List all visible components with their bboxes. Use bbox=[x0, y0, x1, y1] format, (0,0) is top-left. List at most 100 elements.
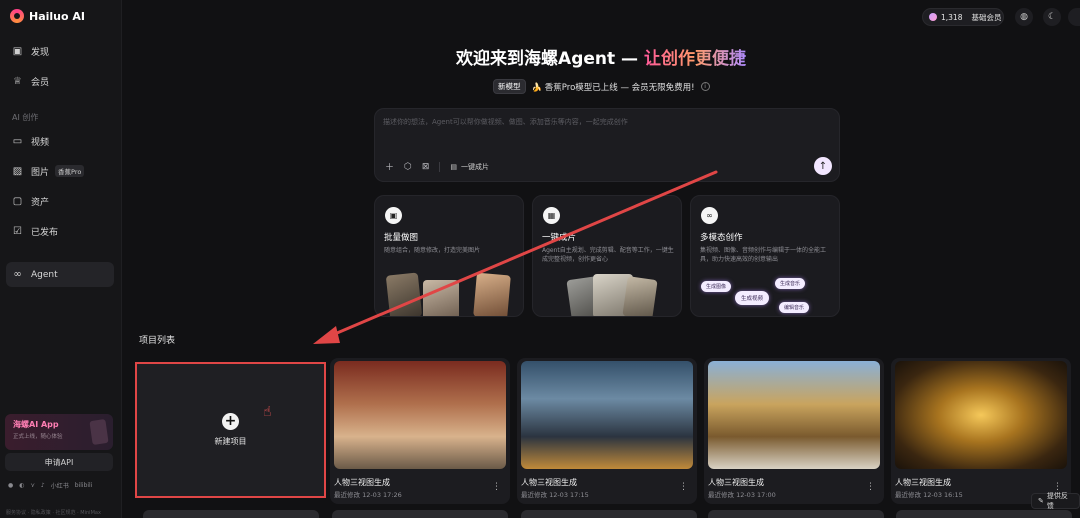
cube-icon[interactable]: ⬡ bbox=[404, 162, 412, 172]
infinity-icon: ∞ bbox=[13, 269, 22, 280]
project-thumbnail bbox=[334, 361, 506, 469]
plus-icon: + bbox=[222, 413, 239, 430]
bilibili-link[interactable]: bilibili bbox=[75, 482, 93, 489]
sidebar-item-discover[interactable]: ▣ 发现 bbox=[6, 40, 114, 62]
feedback-button[interactable]: ✎ 提供反馈 bbox=[1031, 492, 1080, 510]
avatar[interactable] bbox=[1068, 8, 1080, 26]
feature-desc: 集视频、图像、音频创作与编辑于一体的全能工具，助力快速高效的创意输出 bbox=[700, 247, 827, 263]
folder-icon: ▢ bbox=[12, 195, 23, 207]
project-title: 人物三视图生成 bbox=[895, 478, 951, 487]
one-click-label: 一键成片 bbox=[461, 162, 490, 171]
pill-edit-music: 编辑音乐 bbox=[779, 302, 810, 313]
moon-icon[interactable]: ☾ bbox=[1043, 8, 1061, 26]
sidebar-item-image[interactable]: ▨ 图片 香蕉Pro bbox=[6, 160, 114, 182]
image-upload-icon[interactable]: ⊠ bbox=[422, 162, 430, 172]
one-click-film-toggle[interactable]: ▤ 一键成片 bbox=[450, 162, 489, 172]
hand-cursor-icon: ☝ bbox=[263, 404, 272, 420]
more-options-icon[interactable]: ⋮ bbox=[866, 482, 875, 492]
video-icon: ▭ bbox=[12, 135, 23, 147]
project-date: 最近修改 12-03 16:15 bbox=[895, 491, 963, 499]
sidebar-item-published[interactable]: ☑ 已发布 bbox=[6, 220, 114, 242]
feature-card-batch-image[interactable]: ▣ 批量做图 随意组合，随意修改，打造完美图片 bbox=[374, 195, 524, 317]
project-card[interactable]: 人物三视图生成 最近修改 12-03 17:26 ⋮ bbox=[330, 358, 510, 504]
sidebar-item-assets[interactable]: ▢ 资产 bbox=[6, 190, 114, 212]
social-links: ● ◐ ⋎ ♪ 小红书 bilibili bbox=[8, 481, 92, 490]
project-title: 人物三视图生成 bbox=[521, 478, 577, 487]
app-download-card[interactable]: 海螺AI App 正式上线，随心体验 bbox=[5, 414, 113, 450]
project-thumbnail bbox=[895, 361, 1067, 469]
feature-card-one-click-film[interactable]: ▦ 一键成片 Agent自主规划、完成剪辑、配音等工作，一键生成完整视频，创作更… bbox=[532, 195, 682, 317]
new-project-button[interactable]: + 新建项目 bbox=[135, 362, 326, 498]
project-title: 人物三视图生成 bbox=[334, 478, 390, 487]
pill-generate-image: 生成图像 bbox=[701, 281, 732, 292]
sidebar-item-video[interactable]: ▭ 视频 bbox=[6, 130, 114, 152]
title-highlight: 让创作更便捷 bbox=[643, 49, 746, 69]
footer-links: 服务协议 · 隐私政策 · 社区规范 · MiniMax bbox=[6, 510, 101, 516]
feature-title: 多模态创作 bbox=[700, 233, 743, 243]
project-card-partial[interactable] bbox=[332, 510, 508, 518]
info-icon[interactable]: i bbox=[700, 82, 710, 91]
phone-icon bbox=[89, 419, 109, 445]
sidebar-item-label: 视频 bbox=[31, 137, 50, 148]
image-icon: ▨ bbox=[12, 165, 23, 177]
banana-pro-badge: 香蕉Pro bbox=[55, 165, 85, 177]
feature-title: 一键成片 bbox=[542, 233, 577, 243]
sidebar: Hailuo AI ▣ 发现 ♕ 会员 AI 创作 ▭ 视频 ▨ 图片 香蕉Pr… bbox=[0, 0, 122, 518]
plus-icon[interactable]: ＋ bbox=[385, 160, 394, 173]
new-project-label: 新建项目 bbox=[214, 437, 247, 446]
bird-icon[interactable]: ⋎ bbox=[31, 482, 35, 489]
prompt-box: ＋ ⬡ ⊠ ▤ 一键成片 ↑ bbox=[374, 108, 840, 182]
feature-title: 批量做图 bbox=[384, 233, 419, 243]
toolbar-divider bbox=[439, 161, 441, 172]
send-button[interactable]: ↑ bbox=[814, 157, 832, 175]
new-model-badge: 新模型 bbox=[493, 79, 526, 94]
weibo-icon[interactable]: ◐ bbox=[19, 482, 24, 489]
more-options-icon[interactable]: ⋮ bbox=[679, 482, 688, 492]
feedback-label: 提供反馈 bbox=[1046, 492, 1068, 510]
project-card-partial[interactable] bbox=[143, 510, 319, 518]
infinity-icon: ∞ bbox=[701, 207, 718, 224]
film-box-icon: ▦ bbox=[543, 207, 560, 224]
project-date: 最近修改 12-03 17:00 bbox=[708, 491, 776, 499]
credits-badge[interactable]: 1,318 基础会员 bbox=[922, 8, 1004, 26]
prompt-input[interactable] bbox=[383, 117, 823, 143]
credits-count: 1,318 bbox=[941, 12, 963, 22]
sidebar-item-member[interactable]: ♕ 会员 bbox=[6, 70, 114, 92]
project-thumbnail bbox=[708, 361, 880, 469]
feature-thumbnail bbox=[385, 272, 423, 316]
project-card[interactable]: 人物三视图生成 最近修改 12-03 17:00 ⋮ bbox=[704, 358, 884, 504]
film-icon: ▤ bbox=[450, 162, 458, 171]
hailuo-logo-icon bbox=[10, 9, 24, 23]
calendar-icon: ▣ bbox=[12, 45, 23, 57]
xiaohongshu-link[interactable]: 小红书 bbox=[51, 481, 69, 490]
feature-card-multimodal[interactable]: ∞ 多模态创作 集视频、图像、音频创作与编辑于一体的全能工具，助力快速高效的创意… bbox=[690, 195, 840, 317]
project-card[interactable]: 人物三视图生成 最近修改 12-03 16:15 ⋮ bbox=[891, 358, 1071, 504]
wechat-icon[interactable]: ● bbox=[8, 482, 13, 489]
more-options-icon[interactable]: ⋮ bbox=[492, 482, 501, 492]
announcement-bar[interactable]: 新模型 🍌 香蕉Pro模型已上线 — 会员无限免费用! i bbox=[493, 79, 710, 94]
published-icon: ☑ bbox=[13, 225, 22, 237]
sidebar-item-agent[interactable]: ∞ Agent bbox=[6, 262, 114, 287]
tiktok-icon[interactable]: ♪ bbox=[41, 482, 45, 489]
title-main: 欢迎来到海螺Agent — bbox=[456, 49, 644, 69]
gem-icon bbox=[929, 13, 937, 21]
project-title: 人物三视图生成 bbox=[708, 478, 764, 487]
project-card-partial[interactable] bbox=[708, 510, 884, 518]
project-card[interactable]: 人物三视图生成 最近修改 12-03 17:15 ⋮ bbox=[517, 358, 697, 504]
feature-desc: 随意组合，随意修改，打造完美图片 bbox=[384, 247, 481, 254]
pill-generate-video: 生成视频 bbox=[735, 291, 770, 305]
sidebar-section-ai: AI 创作 bbox=[12, 113, 39, 122]
project-card-partial[interactable] bbox=[521, 510, 697, 518]
membership-label: 基础会员 bbox=[971, 12, 1002, 22]
sidebar-item-label: 资产 bbox=[31, 197, 50, 208]
sidebar-item-label: Agent bbox=[31, 269, 58, 280]
globe-icon[interactable]: ◍ bbox=[1015, 8, 1033, 26]
logo[interactable]: Hailuo AI bbox=[10, 9, 85, 23]
lock-image-icon: ▣ bbox=[385, 207, 402, 224]
sidebar-item-label: 发现 bbox=[31, 47, 50, 58]
logo-text: Hailuo AI bbox=[29, 9, 85, 23]
apply-api-button[interactable]: 申请API bbox=[5, 453, 113, 471]
feature-thumbnail bbox=[622, 276, 658, 316]
feature-thumbnail bbox=[473, 272, 511, 316]
project-card-partial[interactable] bbox=[896, 510, 1072, 518]
